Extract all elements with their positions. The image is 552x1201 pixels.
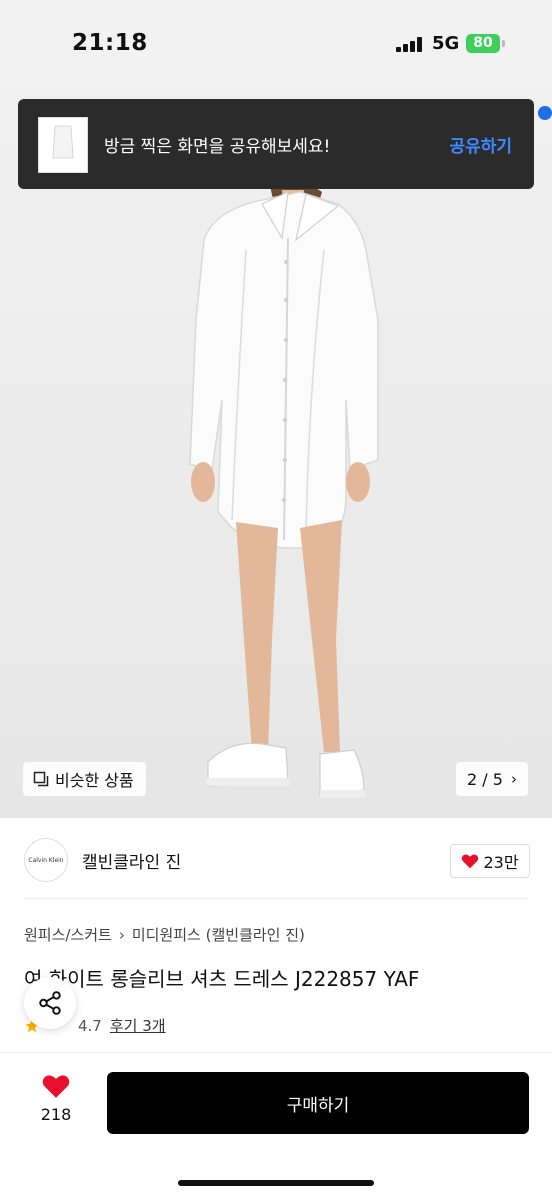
similar-products-button[interactable]: 비슷한 상품	[23, 762, 146, 796]
brand-like-button[interactable]: 23만	[450, 844, 530, 878]
breadcrumb-subcategory[interactable]: 미디원피스 (캘빈클라인 진)	[132, 924, 305, 945]
share-toast[interactable]: 방금 찍은 화면을 공유해보세요! 공유하기	[18, 99, 534, 189]
toast-message: 방금 찍은 화면을 공유해보세요!	[104, 137, 331, 157]
rating-score: 4.7	[78, 1016, 102, 1035]
signal-icon	[396, 36, 422, 52]
similar-products-label: 비슷한 상품	[55, 771, 134, 790]
network-label: 5G	[432, 33, 460, 54]
page-counter: 2 / 5	[467, 769, 503, 789]
share-icon	[39, 991, 61, 1015]
brand-row[interactable]: Calvin Klein 캘빈클라인 진 23만	[0, 818, 552, 900]
breadcrumb-category[interactable]: 원피스/스커트	[24, 924, 112, 945]
brand-like-count: 23만	[483, 853, 519, 872]
battery-icon: 80	[466, 34, 500, 53]
product-photo	[189, 182, 379, 798]
notification-dot	[538, 106, 552, 120]
similar-icon	[33, 771, 49, 787]
heart-icon	[462, 854, 479, 869]
screenshot-thumbnail	[38, 117, 88, 173]
thumbnail-image	[52, 125, 74, 159]
wishlist-count: 218	[40, 1105, 72, 1124]
share-button[interactable]	[24, 977, 76, 1029]
gallery-page-indicator[interactable]: 2 / 5 ›	[456, 762, 528, 796]
chevron-right-icon: ›	[510, 770, 517, 788]
heart-icon	[42, 1075, 70, 1098]
toast-share-button[interactable]: 공유하기	[449, 132, 512, 157]
breadcrumb: 원피스/스커트 › 미디원피스 (캘빈클라인 진)	[24, 924, 305, 945]
wishlist-button[interactable]: 218	[30, 1073, 82, 1124]
product-title: 여 화이트 롱슬리브 셔츠 드레스 J222857 YAF	[24, 967, 420, 991]
product-image-gallery[interactable]	[0, 90, 552, 818]
status-bar: 21:18 5G 80	[0, 0, 552, 90]
buy-button[interactable]: 구매하기	[107, 1072, 529, 1134]
home-indicator	[178, 1180, 374, 1186]
chevron-right-icon: ›	[118, 925, 125, 944]
divider	[24, 898, 528, 899]
review-link[interactable]: 후기 3개	[110, 1015, 166, 1036]
brand-logo[interactable]: Calvin Klein	[24, 838, 68, 882]
bottom-action-bar: 218 구매하기	[0, 1052, 552, 1201]
status-time: 21:18	[72, 30, 148, 56]
brand-name[interactable]: 캘빈클라인 진	[82, 848, 181, 873]
battery-tip	[502, 40, 505, 47]
